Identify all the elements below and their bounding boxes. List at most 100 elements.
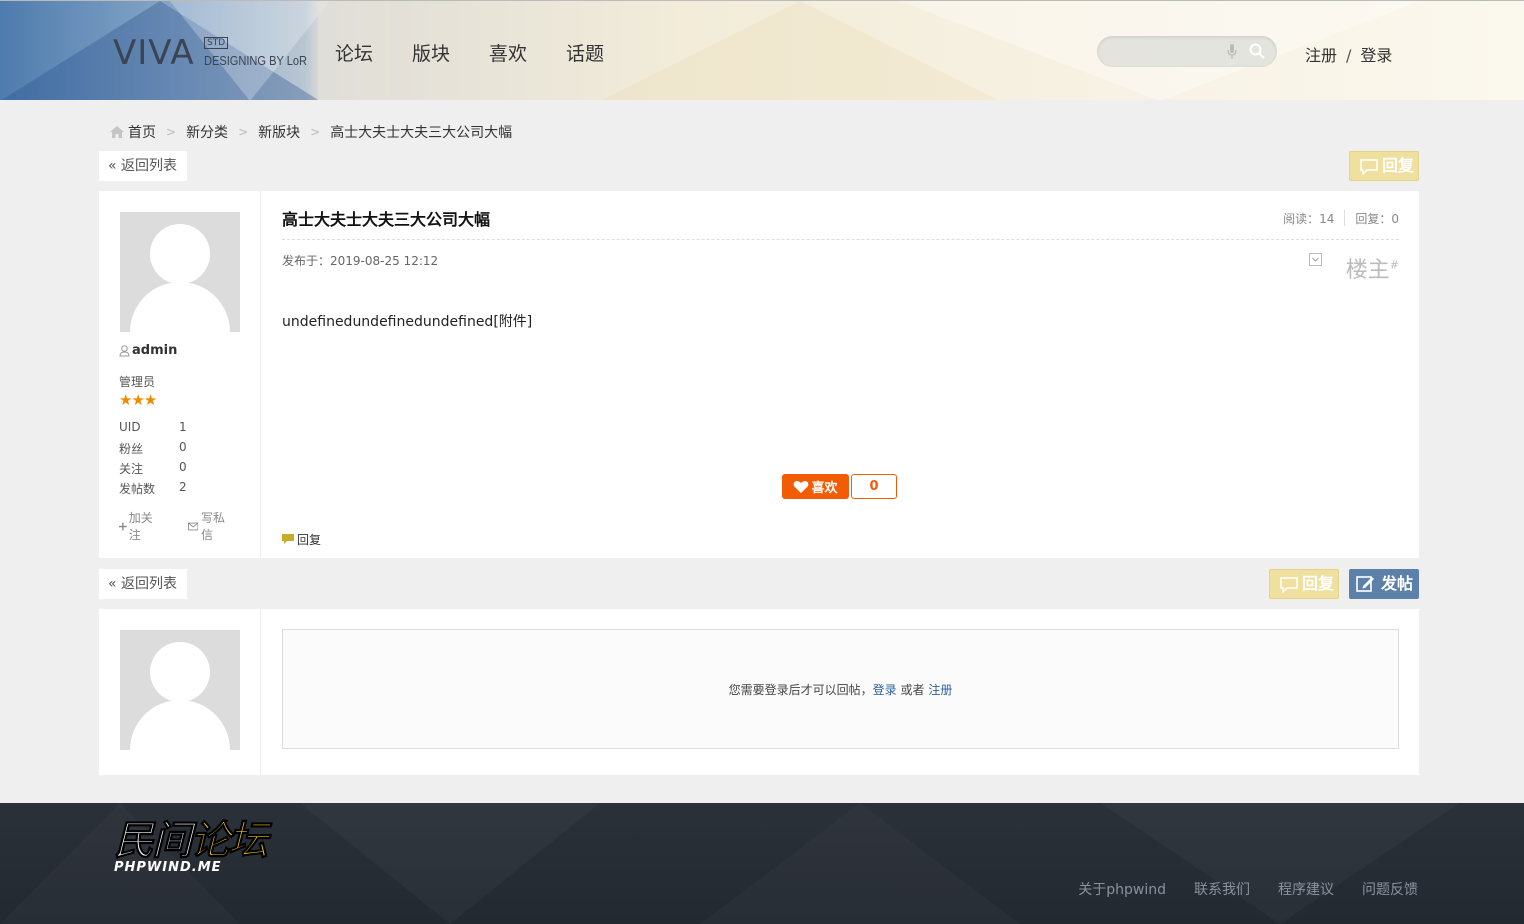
like-count: 0 [851, 474, 897, 499]
login-required-text: 您需要登录后才可以回帖， [728, 683, 873, 697]
comment-icon [282, 534, 294, 544]
stat-value: 0 [179, 440, 187, 454]
divider [282, 239, 1399, 240]
new-post-label: 发帖 [1381, 574, 1414, 593]
reply-card: 您需要登录后才可以回帖，登录 或者 注册 [99, 609, 1419, 775]
edit-icon [1356, 576, 1374, 592]
auth-links: 注册 / 登录 [1305, 42, 1392, 66]
stat-label: 关注 [119, 462, 144, 476]
back-to-list-button[interactable]: « 返回列表 [99, 569, 187, 599]
stat-value: 2 [179, 480, 187, 494]
register-link[interactable]: 注册 [928, 683, 952, 697]
chevron-right-icon: > [166, 125, 177, 139]
author-actions: 加关注 写私信 [119, 509, 260, 543]
stat-row: 粉丝 0 [119, 440, 187, 460]
main-nav: 论坛 版块 喜欢 话题 [335, 39, 643, 66]
logo-text: VIVA [113, 33, 195, 73]
footer-decoration [700, 803, 1020, 924]
microphone-icon[interactable] [1227, 44, 1237, 60]
reply-button[interactable]: 回复 [1269, 569, 1339, 599]
register-link[interactable]: 注册 [1305, 46, 1337, 65]
login-link[interactable]: 登录 [873, 683, 897, 697]
stat-row: 关注 0 [119, 460, 187, 480]
post-date: 发布于：2019-08-25 12:12 [282, 254, 439, 268]
new-post-button[interactable]: 发帖 [1349, 569, 1419, 599]
footer-logo[interactable]: 民间论坛 PHPWIND.ME [114, 818, 269, 875]
message-label: 写私信 [201, 511, 226, 542]
avatar[interactable] [120, 212, 240, 332]
like-label: 喜欢 [811, 481, 838, 496]
reply-button-label: 回复 [1382, 156, 1415, 175]
comment-icon [1360, 159, 1378, 175]
logo-subtitle: DESIGNING BY LoR [204, 53, 307, 68]
author-stats: UID 1 粉丝 0 关注 0 发帖数 2 [119, 420, 187, 500]
footer-logo-cn-a: 民间 [114, 818, 193, 864]
message-button[interactable]: 写私信 [187, 509, 246, 543]
breadcrumb-category[interactable]: 新分类 [186, 122, 228, 142]
comment-icon [1280, 577, 1298, 593]
follow-button[interactable]: 加关注 [119, 509, 174, 543]
read-count: 阅读：14 [1283, 212, 1335, 226]
heart-icon [794, 480, 809, 493]
stat-row: UID 1 [119, 420, 187, 440]
auth-separator: / [1346, 46, 1352, 65]
logo-badge: STD [204, 37, 229, 49]
post-title: 高士大夫士大夫三大公司大幅 [282, 210, 491, 229]
footer-link-suggest[interactable]: 程序建议 [1278, 879, 1334, 899]
footer-logo-cn: 民间论坛 [114, 818, 269, 864]
reply-button[interactable]: 回复 [1349, 151, 1419, 181]
back-to-list-button[interactable]: « 返回列表 [99, 151, 187, 181]
footer-logo-cn-b: 论坛 [190, 818, 269, 864]
mail-icon [187, 522, 199, 530]
site-logo[interactable]: VIVA STD DESIGNING BY LoR [113, 31, 307, 76]
post-reply-label: 回复 [297, 533, 322, 547]
floor-label: 楼主# [1346, 252, 1399, 284]
stat-label: 发帖数 [119, 482, 156, 496]
nav-boards[interactable]: 版块 [412, 39, 450, 66]
floor-mark: # [1389, 258, 1399, 272]
like-button[interactable]: 喜欢 [782, 474, 849, 499]
plus-icon [119, 522, 127, 530]
footer-link-about[interactable]: 关于phpwind [1078, 879, 1166, 899]
like-widget: 喜欢 0 [782, 474, 897, 499]
stat-value: 0 [179, 460, 187, 474]
search-icon[interactable] [1249, 43, 1265, 59]
stat-label: UID [119, 420, 141, 434]
breadcrumb-board[interactable]: 新版块 [258, 122, 300, 142]
avatar [120, 630, 240, 750]
footer-link-contact[interactable]: 联系我们 [1194, 879, 1250, 899]
stat-value: 1 [179, 420, 187, 434]
footer-link-feedback[interactable]: 问题反馈 [1362, 879, 1418, 899]
reply-button-label: 回复 [1302, 574, 1335, 593]
footer-links: 关于phpwind 联系我们 程序建议 问题反馈 [1050, 879, 1418, 899]
post-reply-link[interactable]: 回复 [282, 531, 321, 548]
floor-text: 楼主 [1345, 258, 1390, 283]
breadcrumb-home[interactable]: 首页 [128, 122, 156, 142]
stat-label: 粉丝 [119, 442, 144, 456]
login-link[interactable]: 登录 [1360, 46, 1392, 65]
site-footer: 民间论坛 PHPWIND.ME 关于phpwind 联系我们 程序建议 问题反馈 [0, 803, 1524, 924]
footer-decoration [1100, 803, 1460, 924]
post-meta: 阅读：14 回复：0 [1283, 210, 1399, 227]
breadcrumb: 首页 > 新分类 > 新版块 > 高士大夫士大夫三大公司大幅 [109, 122, 512, 142]
dropdown-icon[interactable] [1309, 253, 1322, 266]
home-icon [110, 126, 124, 138]
stat-row: 发帖数 2 [119, 480, 187, 500]
nav-likes[interactable]: 喜欢 [489, 39, 527, 66]
author-name[interactable]: admin [119, 343, 177, 358]
post-card: admin 管理员 ★★★ UID 1 粉丝 0 关注 0 发帖数 2 加关注 写私信 … [99, 191, 1419, 558]
search-input[interactable] [1109, 42, 1219, 61]
nav-forum[interactable]: 论坛 [335, 39, 373, 66]
breadcrumb-current: 高士大夫士大夫三大公司大幅 [330, 125, 513, 141]
author-rank-stars: ★★★ [119, 391, 157, 409]
site-header: VIVA STD DESIGNING BY LoR 论坛 版块 喜欢 话题 注册… [0, 0, 1524, 100]
search-box [1097, 36, 1277, 67]
login-required-box: 您需要登录后才可以回帖，登录 或者 注册 [282, 629, 1399, 749]
author-name-text: admin [132, 343, 178, 358]
nav-topics[interactable]: 话题 [566, 39, 604, 66]
author-panel: admin 管理员 ★★★ UID 1 粉丝 0 关注 0 发帖数 2 加关注 写私信 [99, 191, 261, 558]
reply-author-panel [99, 609, 261, 775]
user-icon [119, 344, 130, 356]
follow-label: 加关注 [128, 511, 153, 542]
post-content: undefinedundefinedundefined[附件] [282, 314, 533, 330]
